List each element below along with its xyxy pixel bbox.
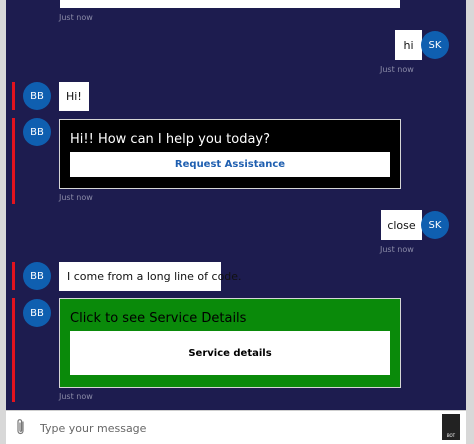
bot-avatar: BB bbox=[23, 262, 51, 290]
service-details-button[interactable]: Service details bbox=[70, 331, 390, 375]
user-message-bubble: close bbox=[381, 210, 422, 240]
timestamp: Just now bbox=[59, 193, 93, 202]
bot-activity-indicator bbox=[12, 82, 15, 110]
bot-message-bubble: I come from a long line of code. bbox=[59, 262, 242, 291]
user-avatar: SK bbox=[421, 211, 449, 239]
bot-avatar: BB bbox=[23, 82, 51, 110]
user-avatar: SK bbox=[421, 31, 449, 59]
bot-activity-indicator bbox=[12, 298, 15, 402]
bot-avatar: BB bbox=[23, 118, 51, 146]
timestamp: Just now bbox=[380, 65, 414, 74]
request-assistance-button[interactable]: Request Assistance bbox=[70, 152, 390, 177]
message-input-bar: BOT bbox=[6, 410, 466, 444]
bot-message-bubble: Hi! bbox=[59, 82, 89, 111]
previous-message-partial bbox=[60, 0, 400, 8]
timestamp: Just now bbox=[380, 245, 414, 254]
hero-card-help: Hi!! How can I help you today? Request A… bbox=[59, 119, 401, 189]
chat-transcript: Just now hi SK Just now BB Hi! BB Hi!! H… bbox=[6, 0, 466, 444]
bot-activity-indicator bbox=[12, 262, 15, 290]
timestamp: Just now bbox=[59, 13, 93, 22]
card-title: Hi!! How can I help you today? bbox=[70, 132, 271, 147]
card-title: Click to see Service Details bbox=[70, 311, 247, 326]
bot-activity-indicator bbox=[12, 118, 15, 204]
bot-avatar-icon[interactable]: BOT bbox=[442, 414, 460, 440]
bot-avatar: BB bbox=[23, 299, 51, 327]
user-message-bubble: hi bbox=[395, 30, 422, 60]
message-input[interactable] bbox=[40, 418, 410, 438]
timestamp: Just now bbox=[59, 392, 93, 401]
hero-card-service: Click to see Service Details Service det… bbox=[59, 298, 401, 388]
paperclip-icon[interactable] bbox=[16, 418, 26, 436]
